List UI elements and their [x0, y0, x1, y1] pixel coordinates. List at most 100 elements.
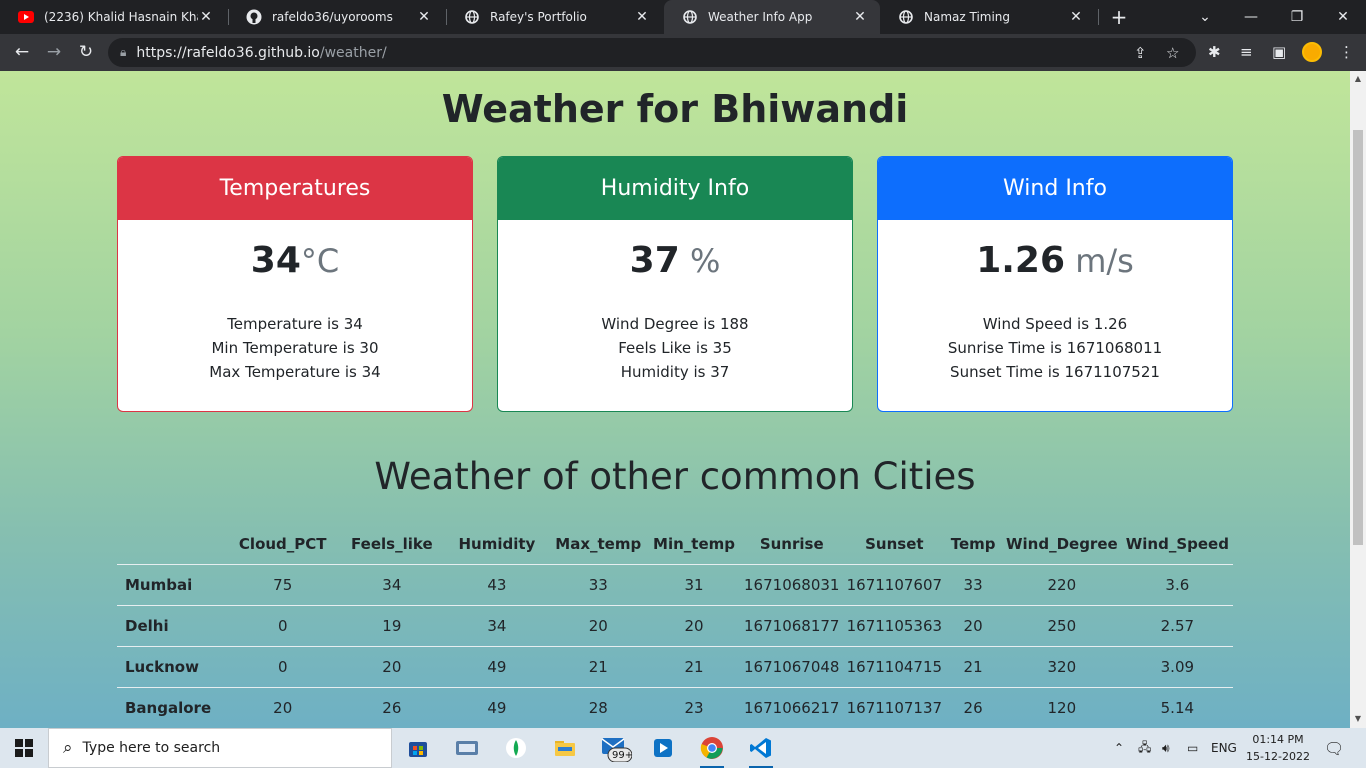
- new-tab-button[interactable]: +: [1108, 6, 1130, 28]
- media-control-icon[interactable]: ≡: [1240, 43, 1253, 61]
- card-header: Temperatures: [118, 157, 472, 220]
- scroll-down-arrow-icon[interactable]: ▼: [1353, 714, 1363, 723]
- scrollbar-thumb[interactable]: [1353, 130, 1363, 545]
- close-window-button[interactable]: ✕: [1320, 0, 1366, 34]
- table-cell: 20: [649, 604, 740, 646]
- search-icon: ⌕: [63, 738, 73, 758]
- start-button[interactable]: [0, 728, 48, 768]
- city-name: Delhi: [117, 604, 229, 646]
- table-cell: 28: [547, 686, 650, 728]
- tab-divider: [1098, 9, 1099, 25]
- close-tab-icon[interactable]: ✕: [198, 9, 214, 25]
- city-name: Lucknow: [117, 645, 229, 687]
- card-header: Humidity Info: [498, 157, 852, 220]
- detail-line: Temperature is 34: [227, 315, 363, 333]
- humidity-unit: %: [679, 242, 721, 280]
- table-header-row: Cloud_PCT Feels_like Humidity Max_temp M…: [117, 524, 1233, 564]
- table-row: Mumbai 75 34 43 33 31 1671068031 1671107…: [117, 563, 1233, 605]
- profile-avatar[interactable]: [1302, 42, 1322, 62]
- close-tab-icon[interactable]: ✕: [416, 9, 432, 25]
- table-cell: 1671105363: [844, 604, 945, 646]
- column-header: Wind_Speed: [1125, 534, 1229, 553]
- city-name: Bangalore: [117, 686, 229, 728]
- notifications-icon[interactable]: 🗨︎: [1324, 728, 1344, 768]
- scroll-up-arrow-icon[interactable]: ▲: [1353, 74, 1363, 83]
- chrome-icon[interactable]: [692, 732, 732, 768]
- tab-namaz-timing[interactable]: Namaz Timing ✕: [880, 0, 1096, 34]
- close-tab-icon[interactable]: ✕: [634, 9, 650, 25]
- tab-search-chevron-icon[interactable]: ⌄: [1182, 0, 1228, 34]
- cities-section-title: Weather of other common Cities: [374, 455, 976, 498]
- github-icon: [246, 9, 262, 25]
- temperature-readout: 34°C: [118, 240, 472, 290]
- minimize-button[interactable]: —: [1228, 0, 1274, 34]
- restore-button[interactable]: ❐: [1274, 0, 1320, 34]
- system-clock[interactable]: 01:14 PM 15-12-2022: [1244, 731, 1312, 765]
- forward-button[interactable]: →: [41, 39, 67, 65]
- extensions-puzzle-icon[interactable]: ✱: [1208, 43, 1221, 61]
- volume-icon[interactable]: 🔊︎: [1162, 728, 1170, 768]
- card-details: Temperature is 34 Min Temperature is 30 …: [118, 312, 472, 384]
- table-cell: 1671107607: [844, 563, 945, 605]
- card-header: Wind Info: [878, 157, 1232, 220]
- column-header: Sunrise: [759, 534, 824, 553]
- detail-line: Feels Like is 35: [618, 339, 732, 357]
- tab-title: rafeldo36/uyorooms: [272, 10, 393, 24]
- table-cell: 49: [446, 645, 548, 687]
- show-hidden-icons-chevron-icon[interactable]: ⌃: [1114, 728, 1124, 768]
- back-button[interactable]: ←: [9, 39, 35, 65]
- tab-youtube[interactable]: (2236) Khalid Hasnain Khalid ✕: [0, 0, 226, 34]
- globe-icon: [464, 9, 480, 25]
- youtube-icon: [18, 9, 34, 25]
- column-header: Max_temp: [555, 534, 642, 553]
- table-cell: 26: [337, 686, 447, 728]
- tab-title: (2236) Khalid Hasnain Khalid: [44, 10, 198, 24]
- tab-title: Rafey's Portfolio: [490, 10, 587, 24]
- column-header: Min_temp: [653, 534, 735, 553]
- tab-strip: (2236) Khalid Hasnain Khalid ✕ rafeldo36…: [0, 0, 1366, 34]
- lock-icon[interactable]: 🔒︎: [120, 45, 126, 60]
- table-cell: 75: [228, 563, 338, 605]
- tab-portfolio[interactable]: Rafey's Portfolio ✕: [446, 0, 662, 34]
- bookmark-star-icon[interactable]: ☆: [1166, 44, 1179, 62]
- side-panel-icon[interactable]: ▣: [1272, 43, 1286, 61]
- tab-github[interactable]: rafeldo36/uyorooms ✕: [228, 0, 444, 34]
- table-cell: 33: [944, 563, 1002, 605]
- network-icon[interactable]: 🖧︎: [1138, 728, 1151, 768]
- url-host: https://rafeldo36.github.io: [136, 44, 320, 61]
- wind-readout: 1.26 m/s: [878, 240, 1232, 290]
- detail-line: Wind Speed is 1.26: [982, 315, 1128, 333]
- page-title: Weather for Bhiwandi: [441, 87, 909, 131]
- search-placeholder: Type here to search: [82, 740, 221, 756]
- close-tab-icon[interactable]: ✕: [1068, 9, 1084, 25]
- microsoft-store-icon[interactable]: [398, 732, 438, 764]
- share-icon[interactable]: ⇪: [1134, 44, 1147, 62]
- taskbar-search-box[interactable]: ⌕ Type here to search: [48, 728, 392, 768]
- address-bar[interactable]: 🔒︎ https://rafeldo36.github.io/weather/ …: [108, 38, 1196, 67]
- mail-unread-badge: 99+: [612, 750, 634, 761]
- snipping-app-icon[interactable]: [447, 732, 487, 764]
- vscode-icon[interactable]: [741, 732, 781, 768]
- column-header: Cloud_PCT: [238, 534, 327, 553]
- browser-toolbar: ← → ↻ 🔒︎ https://rafeldo36.github.io/wea…: [0, 34, 1366, 71]
- detail-line: Sunset Time is 1671107521: [950, 363, 1160, 381]
- table-cell: 120: [1001, 686, 1122, 728]
- mongodb-compass-icon[interactable]: [496, 732, 536, 764]
- menu-kebab-icon[interactable]: ⋮: [1339, 43, 1354, 61]
- tab-weather-info-app[interactable]: Weather Info App ✕: [664, 0, 880, 34]
- table-cell: 34: [446, 604, 548, 646]
- input-language[interactable]: ENG: [1211, 728, 1237, 768]
- table-cell: 1671067048: [739, 645, 845, 687]
- table-cell: 43: [446, 563, 548, 605]
- table-cell: 34: [337, 563, 447, 605]
- battery-icon[interactable]: ▭: [1187, 728, 1198, 768]
- table-cell: 31: [649, 563, 740, 605]
- media-player-icon[interactable]: [643, 732, 683, 764]
- mail-icon[interactable]: 99+: [594, 732, 634, 764]
- reload-button[interactable]: ↻: [73, 39, 99, 65]
- detail-line: Max Temperature is 34: [209, 363, 381, 381]
- temperature-card: Temperatures 34°C Temperature is 34 Min …: [117, 156, 473, 412]
- close-tab-icon[interactable]: ✕: [852, 9, 868, 25]
- detail-line: Sunrise Time is 1671068011: [947, 339, 1163, 357]
- file-explorer-icon[interactable]: [545, 732, 585, 764]
